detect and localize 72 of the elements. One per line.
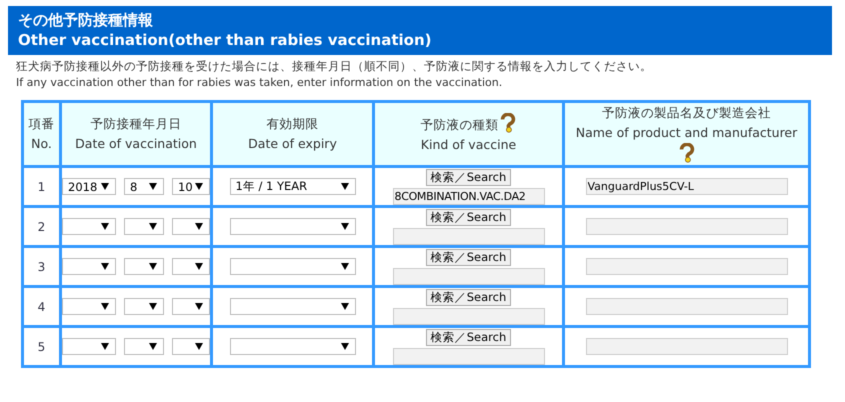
search-button[interactable]: 検索／Search — [426, 328, 512, 346]
row-number: 2 — [38, 220, 46, 234]
dropdown[interactable]: 1年 / 1 YEAR — [230, 178, 356, 195]
row-number: 5 — [38, 340, 46, 354]
caret-icon — [340, 303, 348, 310]
column-header: 予防接種年月日 — [90, 116, 182, 131]
caret-icon — [195, 223, 203, 230]
dropdown[interactable]: 10 — [172, 178, 210, 195]
dropdown[interactable] — [124, 258, 164, 275]
column-header: 項番 — [28, 116, 54, 131]
row-number: 3 — [38, 260, 46, 274]
caret-icon — [101, 303, 109, 310]
search-button[interactable]: 検索／Search — [426, 168, 512, 186]
caret-icon — [101, 343, 109, 350]
caret-icon — [149, 263, 157, 270]
input-field[interactable] — [586, 298, 788, 315]
caret-icon — [149, 343, 157, 350]
dropdown[interactable] — [172, 258, 210, 275]
dropdown[interactable] — [172, 338, 210, 355]
column-header: 予防液の製品名及び製造会社 — [602, 105, 771, 120]
caret-icon — [195, 303, 203, 310]
dropdown[interactable] — [172, 218, 210, 235]
input-field[interactable] — [392, 308, 544, 324]
help-icon[interactable] — [498, 113, 516, 133]
dropdown[interactable] — [62, 338, 116, 355]
input-field[interactable] — [586, 258, 788, 275]
search-button[interactable]: 検索／Search — [426, 248, 512, 266]
input-field[interactable] — [586, 338, 788, 355]
column-header: Kind of vaccine — [420, 137, 516, 152]
caret-icon — [195, 263, 203, 270]
dropdown[interactable] — [62, 218, 116, 235]
dropdown[interactable] — [124, 338, 164, 355]
input-field[interactable]: 8COMBINATION.VAC.DA2 — [392, 188, 544, 204]
column-header: Name of product and manufacturer — [576, 125, 798, 140]
input-field[interactable]: VanguardPlus5CV-L — [586, 178, 788, 195]
section-title: Other vaccination(other than rabies vaccination) — [18, 30, 432, 50]
caret-icon — [101, 223, 109, 230]
dropdown[interactable]: 8 — [124, 178, 164, 195]
caret-icon — [340, 263, 348, 270]
help-icon[interactable] — [678, 143, 696, 163]
caret-icon — [149, 303, 157, 310]
caret-icon — [149, 223, 157, 230]
caret-icon — [195, 343, 203, 350]
column-header: 予防液の種類 — [420, 117, 498, 132]
caret-icon — [149, 183, 157, 190]
dropdown[interactable]: 2018 — [62, 178, 116, 195]
row-number: 4 — [38, 300, 46, 314]
caret-icon — [340, 223, 348, 230]
row-number: 1 — [38, 180, 46, 194]
input-field[interactable] — [392, 348, 544, 364]
input-field[interactable] — [392, 228, 544, 244]
search-button[interactable]: 検索／Search — [426, 288, 512, 306]
column-header: No. — [31, 136, 52, 151]
dropdown[interactable] — [124, 218, 164, 235]
section-title: その他予防接種情報 — [18, 10, 154, 30]
dropdown[interactable] — [62, 298, 116, 315]
caret-icon — [340, 343, 348, 350]
input-field[interactable] — [586, 218, 788, 235]
caret-icon — [340, 183, 348, 190]
column-header: Date of vaccination — [75, 136, 197, 151]
dropdown[interactable] — [62, 258, 116, 275]
search-button[interactable]: 検索／Search — [426, 208, 512, 226]
column-header: Date of expiry — [248, 136, 337, 151]
column-header: 有効期限 — [266, 116, 318, 131]
instruction-text: 狂犬病予防接種以外の予防接種を受けた場合には、接種年月日（順不同）、予防液に関する情報を入力してください。 — [16, 58, 653, 74]
instruction-text: If any vaccination other than for rabies was taken, enter information on the vaccination. — [16, 75, 504, 90]
input-field[interactable] — [392, 268, 544, 284]
caret-icon — [101, 183, 109, 190]
dropdown[interactable] — [124, 298, 164, 315]
caret-icon — [101, 263, 109, 270]
dropdown[interactable] — [172, 298, 210, 315]
caret-icon — [195, 183, 203, 190]
